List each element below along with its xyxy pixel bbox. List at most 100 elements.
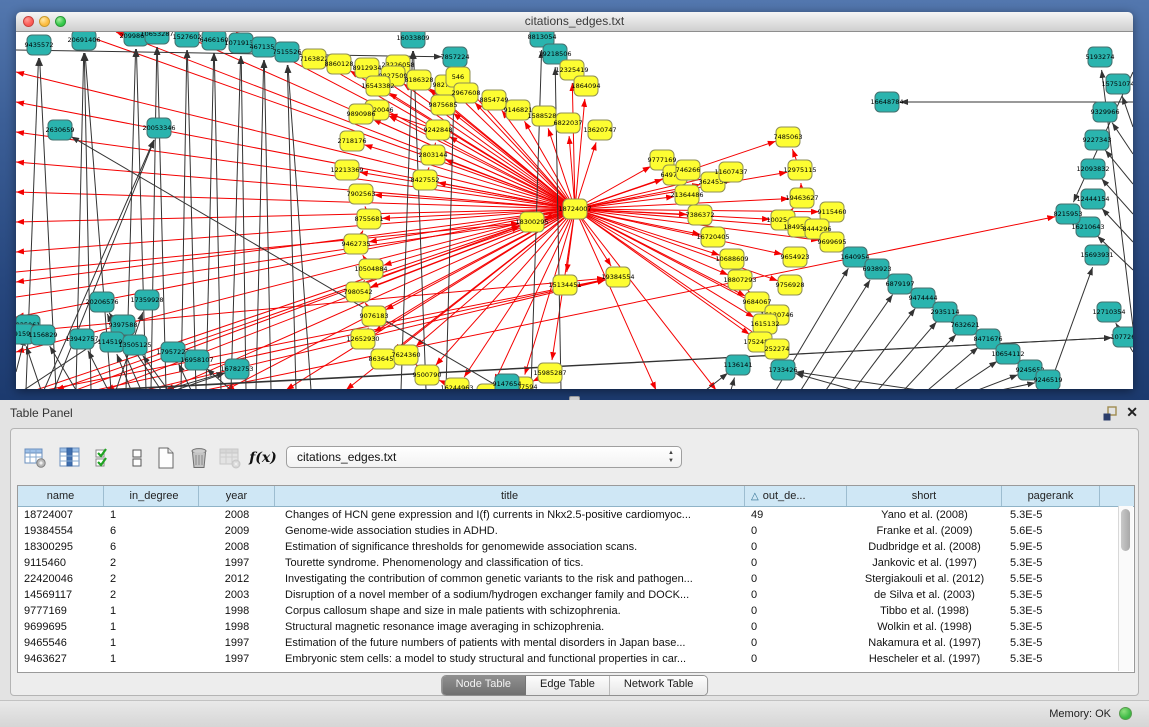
column-header-year[interactable]: year: [199, 486, 275, 506]
graph-node[interactable]: 8186328: [405, 70, 434, 90]
table-row[interactable]: 977716911998Corpus callosum shape and si…: [18, 603, 1134, 619]
graph-node[interactable]: 18300295: [515, 212, 548, 232]
graph-node[interactable]: 7386372: [686, 205, 715, 225]
graph-node[interactable]: 9147654: [493, 374, 522, 389]
graph-node[interactable]: 2630659: [46, 120, 75, 140]
graph-node[interactable]: 6879197: [886, 274, 915, 294]
graph-node[interactable]: 12710354: [1092, 302, 1125, 322]
graph-node[interactable]: 7632621: [951, 315, 980, 335]
graph-node[interactable]: 1527602: [173, 32, 202, 47]
graph-node[interactable]: 16244963: [440, 378, 473, 389]
column-header-pagerank[interactable]: pagerank: [1002, 486, 1100, 506]
graph-node[interactable]: 16720405: [696, 227, 729, 247]
graph-node[interactable]: 1615132: [751, 314, 780, 334]
graph-node[interactable]: 18724007: [558, 199, 591, 219]
graph-node[interactable]: 7980542: [344, 282, 373, 302]
table-row[interactable]: 946362711997Embryonic stem cells: a mode…: [18, 651, 1134, 667]
network-table-selector[interactable]: citations_edges.txt ▲▼: [286, 446, 682, 468]
graph-node[interactable]: 9246519: [1034, 370, 1063, 389]
column-header-out_de[interactable]: △out_de...: [745, 486, 847, 506]
table-row[interactable]: 1830029562008Estimation of significance …: [18, 539, 1134, 555]
column-header-name[interactable]: name: [18, 486, 104, 506]
graph-node[interactable]: 8860128: [325, 54, 354, 74]
graph-node[interactable]: 16648784: [870, 92, 903, 112]
graph-node[interactable]: 10688609: [715, 249, 748, 269]
close-panel-icon[interactable]: ✕: [1126, 404, 1138, 421]
graph-node[interactable]: 13942757: [65, 329, 98, 349]
graph-node[interactable]: 9875685: [429, 95, 458, 115]
graph-node[interactable]: 2718176: [338, 131, 367, 151]
graph-node[interactable]: 12093832: [1076, 159, 1109, 179]
tab-edge-table[interactable]: Edge Table: [526, 676, 610, 695]
row-height-button[interactable]: [123, 444, 151, 472]
tab-network-table[interactable]: Network Table: [610, 676, 708, 695]
graph-node[interactable]: 9500790: [413, 365, 442, 385]
delete-column-button[interactable]: [185, 444, 213, 472]
column-header-in_degree[interactable]: in_degree: [104, 486, 199, 506]
graph-node[interactable]: 8912934: [353, 58, 382, 78]
graph-node[interactable]: 8215953: [1054, 204, 1083, 224]
graph-node[interactable]: 16543382: [361, 76, 394, 96]
graph-node[interactable]: 9227343: [1083, 130, 1112, 150]
scrollbar-thumb[interactable]: [1121, 509, 1130, 551]
graph-node[interactable]: 7485063: [774, 127, 803, 147]
row-selection-button[interactable]: [91, 444, 119, 472]
table-row[interactable]: 969969511998Structural magnetic resonanc…: [18, 619, 1134, 635]
graph-node[interactable]: 12975115: [783, 160, 816, 180]
graph-node[interactable]: 7624360: [392, 345, 421, 365]
graph-node[interactable]: 1156829: [29, 325, 58, 345]
memory-status-icon[interactable]: [1119, 707, 1132, 720]
table-scrollbar[interactable]: [1118, 506, 1133, 671]
show-columns-button[interactable]: [56, 444, 84, 472]
create-column-button[interactable]: [152, 444, 180, 472]
graph-node[interactable]: 20206576: [85, 292, 118, 312]
graph-node[interactable]: 12652930: [346, 329, 379, 349]
graph-node[interactable]: 12444154: [1076, 189, 1109, 209]
graph-node[interactable]: 2803144: [419, 145, 448, 165]
tab-node-table[interactable]: Node Table: [442, 676, 526, 695]
graph-node[interactable]: 746266: [676, 160, 701, 180]
graph-node[interactable]: 1136141: [724, 355, 753, 375]
graph-node[interactable]: 5193274: [1086, 47, 1115, 67]
graph-node[interactable]: 20053346: [142, 118, 175, 138]
graph-node[interactable]: 7902563: [347, 184, 376, 204]
graph-node[interactable]: 8427552: [411, 170, 440, 190]
graph-node[interactable]: 19463627: [785, 188, 818, 208]
graph-node[interactable]: 6938923: [863, 259, 892, 279]
graph-node[interactable]: 9654923: [781, 247, 810, 267]
graph-node[interactable]: 13620747: [583, 120, 616, 140]
graph-node[interactable]: 9890986: [347, 104, 376, 124]
column-header-short[interactable]: short: [847, 486, 1002, 506]
table-row[interactable]: 1456911722003Disruption of a novel membe…: [18, 587, 1134, 603]
graph-node[interactable]: 20691406: [67, 32, 100, 50]
window-titlebar[interactable]: citations_edges.txt: [16, 12, 1133, 32]
graph-node[interactable]: 10504884: [354, 259, 387, 279]
float-panel-icon[interactable]: [1103, 406, 1118, 421]
graph-node[interactable]: 16782753: [220, 359, 253, 379]
graph-node[interactable]: 18807293: [723, 270, 756, 290]
graph-node[interactable]: 11607437: [714, 162, 747, 182]
graph-node[interactable]: 1733426: [769, 360, 798, 380]
graph-node[interactable]: 9076183: [360, 306, 389, 326]
graph-node[interactable]: 13505125: [118, 335, 151, 355]
graph-node[interactable]: 1864094: [572, 76, 601, 96]
table-row[interactable]: 2242004622012Investigating the contribut…: [18, 571, 1134, 587]
graph-node[interactable]: 21364486: [670, 185, 703, 205]
graph-node[interactable]: 2967608: [452, 83, 481, 103]
graph-node[interactable]: 16033809: [396, 32, 429, 48]
graph-node[interactable]: 9462735: [342, 234, 371, 254]
graph-node[interactable]: 1077269: [1111, 327, 1133, 347]
table-row[interactable]: 946554611997Estimation of the future num…: [18, 635, 1134, 651]
graph-node[interactable]: 7857224: [441, 47, 470, 67]
graph-node[interactable]: 15985287: [533, 363, 566, 383]
graph-node[interactable]: 9242848: [424, 120, 453, 140]
network-canvas[interactable]: 9435572206914062099862210653287152760264…: [16, 32, 1133, 389]
graph-node[interactable]: 15693931: [1080, 245, 1113, 265]
graph-node[interactable]: 15751074: [1101, 74, 1133, 94]
graph-node[interactable]: 16958107: [180, 350, 213, 370]
graph-node[interactable]: 7515526: [273, 42, 302, 62]
table-mode-button[interactable]: [21, 444, 49, 472]
table-row[interactable]: 911546021997Tourette syndrome. Phenomeno…: [18, 555, 1134, 571]
function-builder-button[interactable]: f(x): [249, 444, 277, 472]
graph-node[interactable]: 9435572: [25, 35, 54, 55]
